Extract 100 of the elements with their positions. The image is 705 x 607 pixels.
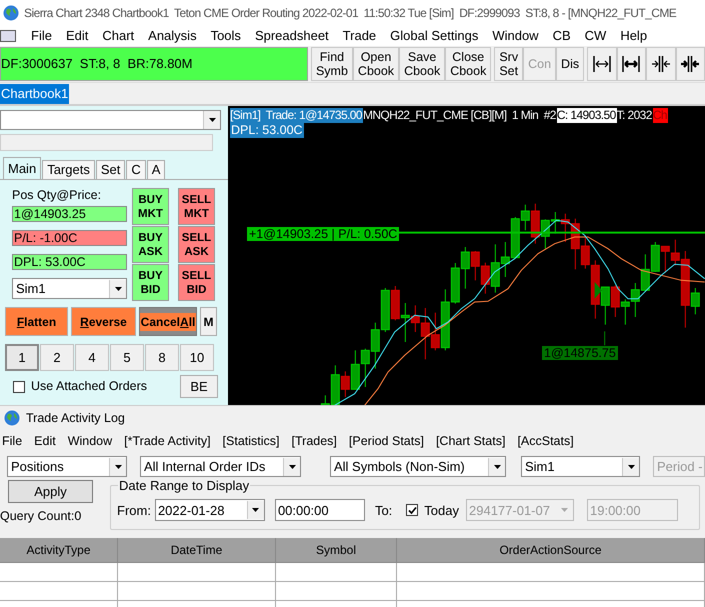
toolbar-button[interactable]: Find Symb [310,47,353,81]
column-header[interactable]: OrderActionSource [397,538,705,562]
order-button[interactable]: BUY BID [132,264,169,301]
order-button[interactable]: BUY MKT [132,188,169,225]
menu-item[interactable]: Tools [204,26,248,46]
menu-item[interactable]: Window [485,26,546,46]
candlestick [650,242,660,272]
chart-header-label: MNQH22_FUT_CME [CB][M] 1 Min #2 [362,108,557,123]
today-checkbox[interactable] [406,504,418,516]
log-menu-item[interactable]: [Statistics] [210,432,280,451]
filter-dropdown[interactable]: All Symbols (Non-Sim) [330,456,506,477]
chartbook-tab[interactable]: Chartbook1 [0,84,70,104]
daily-pl-label: DPL: 53.00C [230,123,304,138]
quantity-button[interactable]: 4 [75,344,109,371]
fill-marker-icon [594,282,602,299]
from-date-dropdown[interactable]: 2022-01-28 [154,499,265,522]
from-time-field[interactable]: 00:00:00 [274,499,365,522]
column-header[interactable]: DateTime [118,538,276,562]
query-count: Query Count:0 [0,508,82,525]
candlestick [400,302,410,342]
candlestick [660,246,670,274]
quantity-button[interactable]: 5 [110,344,144,371]
log-menu-item[interactable]: [Period Stats] [336,432,424,451]
filter-dropdown[interactable]: Positions [7,456,127,477]
to-time-field: 19:00:00 [587,499,678,522]
expand-arrows-icon [592,54,612,74]
breakeven-button[interactable]: BE [180,375,218,398]
quantity-button[interactable]: 8 [145,344,179,371]
log-menu-item[interactable]: Window [56,432,112,451]
menu-item[interactable]: Spreadsheet [248,26,336,46]
panel-tab[interactable]: Set [96,160,126,179]
quantity-button[interactable]: 10 [180,344,214,371]
menu-item[interactable]: Global Settings [383,26,486,46]
order-button[interactable]: SELL MKT [178,188,215,225]
window-title: Sierra Chart 2348 Chartbook1 Teton CME Order Routing 2022-02-01 11:50:32 Tue [Sim] DF:2999093 ST:8, 8 - [MNQH22_FUT_CME [24,5,676,22]
menu-item[interactable]: CB [546,26,578,46]
zoom-button[interactable] [646,47,676,81]
candlestick [360,348,370,388]
toolbar-button[interactable]: Close Cbook [445,47,492,81]
panel-tab[interactable]: C [126,160,146,179]
order-button[interactable]: SELL BID [178,264,215,301]
account-dropdown[interactable]: Sim1 [12,278,127,299]
column-header[interactable]: Symbol [276,538,397,562]
candlestick [390,286,400,321]
log-menu-item[interactable]: File [0,432,22,451]
candlestick [630,282,640,318]
order-button[interactable]: SELL ASK [178,226,215,263]
order-button[interactable]: BUY ASK [132,226,169,263]
menu-item[interactable]: File [24,26,59,46]
position-line-label: +1@14903.25 | P/L: 0.50C [247,227,400,241]
filter-dropdown[interactable]: Sim1 [521,456,640,477]
menu-item[interactable]: Edit [58,26,96,46]
log-menu-item[interactable]: [Chart Stats] [424,432,506,451]
quantity-button[interactable]: 2 [40,344,74,371]
window-menu-icon[interactable] [0,30,16,42]
zoom-button[interactable] [587,47,617,81]
dropdown-arrow-icon [561,508,568,512]
menu-item[interactable]: Analysis [141,26,204,46]
filter-dropdown[interactable]: All Internal Order IDs [140,456,301,477]
menu-item[interactable]: Trade [336,26,384,46]
candlestick [370,322,380,370]
menu-item[interactable]: CW [578,26,614,46]
candlestick [640,254,650,292]
chart-header-label: C: 14903.50 [556,108,617,123]
panel-tab[interactable]: Main [3,157,42,179]
menu-button[interactable]: M [200,307,217,336]
from-label: From: [117,502,151,520]
status-field: DF:3000637 ST:8, 8 BR:78.80M [0,47,308,81]
toolbar-button[interactable]: Open Cbook [352,47,400,81]
log-menu-item[interactable]: [*Trade Activity] [112,432,211,451]
panel-tab[interactable]: Targets [42,160,95,179]
panel-tab[interactable]: A [146,160,166,179]
checkbox[interactable] [13,380,25,392]
log-menu-item[interactable]: [Trades] [280,432,337,451]
chart-header-label: T: 2032 [616,108,653,123]
chart-header-label: [Sim1] Trade: 1@14735.00 [230,108,363,123]
zoom-button[interactable] [676,47,705,81]
apply-button[interactable]: Apply [8,480,93,503]
log-menu-item[interactable]: [AccStats] [505,432,574,451]
action-button[interactable]: CancelAll [139,307,197,336]
action-button[interactable]: Flatten [5,307,68,336]
toolbar-button[interactable]: Save Cbook [399,47,446,81]
column-header[interactable]: ActivityType [0,538,118,562]
candlestick [610,284,620,318]
toolbar-button[interactable]: Dis [556,47,584,81]
log-menu-item[interactable]: Edit [22,432,56,451]
zoom-button[interactable] [616,47,646,81]
quantity-button[interactable]: 1 [5,344,39,371]
candlestick [500,242,510,278]
menu-item[interactable]: Chart [95,26,142,46]
period-field: Period - [653,456,705,477]
menu-item[interactable]: Help [613,26,654,46]
readout-field: DPL: 53.00C [12,254,127,270]
log-title: Trade Activity Log [26,410,125,427]
action-button[interactable]: Reverse [71,307,136,336]
readout-field: 1@14903.25 [12,206,127,222]
group-legend: Date Range to Display [119,478,250,493]
position-label: Pos Qty@Price: [12,188,102,202]
toolbar-button[interactable]: Srv Set [494,47,524,81]
shrink-arrows-icon [650,54,671,74]
